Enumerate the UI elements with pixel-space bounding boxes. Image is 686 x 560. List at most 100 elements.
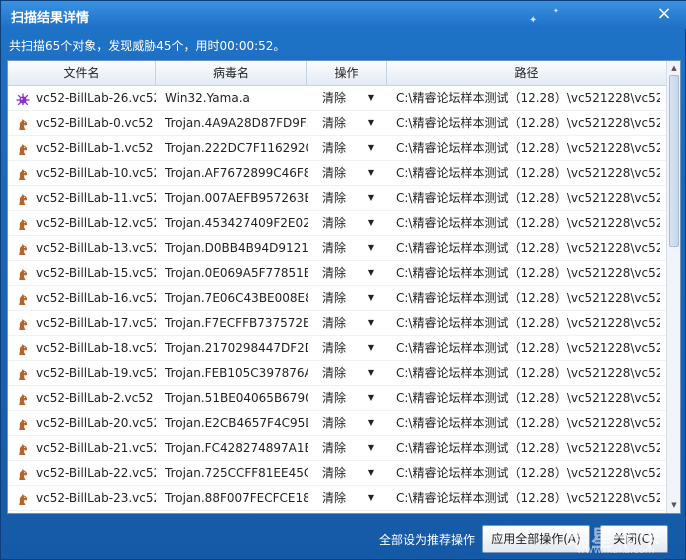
virus-name-cell: Trojan.007AEFB957263B <box>165 191 308 205</box>
table-row[interactable]: vc52-BillLab-21.vc52 Trojan.FC428274897A1… <box>8 436 666 461</box>
filename-cell: vc52-BillLab-19.vc52 <box>36 366 156 380</box>
filename-cell: vc52-BillLab-23.vc52 <box>36 491 156 505</box>
table-row[interactable]: vc52-BillLab-20.vc52 Trojan.E2CB4657F4C95… <box>8 411 666 436</box>
scan-summary: 共扫描65个对象，发现威胁45个，用时00:00:52。 <box>9 39 286 53</box>
title-bar[interactable]: 扫描结果详情 ✦ ✦ × <box>1 1 686 29</box>
dropdown-arrow-icon[interactable]: ▼ <box>366 286 376 310</box>
path-cell: C:\精睿论坛样本测试（12.28）\vc521228\vc52... <box>396 291 660 305</box>
dropdown-arrow-icon[interactable]: ▼ <box>366 411 376 435</box>
dropdown-arrow-icon[interactable]: ▼ <box>366 386 376 410</box>
table-row[interactable]: vc52-BillLab-11.vc52 Trojan.007AEFB957263… <box>8 186 666 211</box>
virus-icon <box>16 91 30 105</box>
filename-cell: vc52-BillLab-10.vc52 <box>36 166 156 180</box>
trojan-horse-icon <box>16 341 30 355</box>
filename-cell: vc52-BillLab-1.vc52 <box>36 141 154 155</box>
table-row[interactable]: vc52-BillLab-23.vc52 Trojan.88F007FECFCE1… <box>8 486 666 511</box>
path-cell: C:\精睿论坛样本测试（12.28）\vc521228\vc52... <box>396 316 660 330</box>
path-cell: C:\精睿论坛样本测试（12.28）\vc521228\vc52... <box>396 116 660 130</box>
window-title: 扫描结果详情 <box>11 11 90 26</box>
table-row[interactable]: vc52-BillLab-0.vc52 Trojan.4A9A28D87FD9F3… <box>8 111 666 136</box>
trojan-horse-icon <box>16 241 30 255</box>
column-header-path[interactable]: 路径 <box>387 61 666 85</box>
scan-results-window: 扫描结果详情 ✦ ✦ × 共扫描65个对象，发现威胁45个，用时00:00:52… <box>0 0 686 560</box>
column-header-virus[interactable]: 病毒名 <box>156 61 307 85</box>
trojan-horse-icon <box>16 166 30 180</box>
trojan-horse-icon <box>16 416 30 430</box>
virus-name-cell: Trojan.D0BB4B94D9121F <box>165 241 308 255</box>
virus-name-cell: Trojan.222DC7F1162920 <box>165 141 308 155</box>
table-row[interactable]: vc52-BillLab-18.vc52 Trojan.2170298447DF2… <box>8 336 666 361</box>
dropdown-arrow-icon[interactable]: ▼ <box>366 86 376 110</box>
sparkle-decoration: ✦ <box>529 15 538 26</box>
path-cell: C:\精睿论坛样本测试（12.28）\vc521228\vc52... <box>396 416 660 430</box>
filename-cell: vc52-BillLab-15.vc52 <box>36 266 156 280</box>
table-row[interactable]: vc52-BillLab-16.vc52 Trojan.7E06C43BE008E… <box>8 286 666 311</box>
path-cell: C:\精睿论坛样本测试（12.28）\vc521228\vc52... <box>396 91 660 105</box>
dropdown-arrow-icon[interactable]: ▼ <box>366 161 376 185</box>
filename-cell: vc52-BillLab-13.vc52 <box>36 241 156 255</box>
trojan-horse-icon <box>16 491 30 505</box>
column-header-filename[interactable]: 文件名 <box>8 61 156 85</box>
sparkle-decoration: ✦ <box>553 7 559 15</box>
scroll-up-icon[interactable]: ▲ <box>668 62 680 74</box>
dropdown-arrow-icon[interactable]: ▼ <box>366 111 376 135</box>
table-row[interactable]: vc52-BillLab-12.vc52 Trojan.453427409F2E0… <box>8 211 666 236</box>
trojan-horse-icon <box>16 316 30 330</box>
trojan-horse-icon <box>16 141 30 155</box>
path-cell: C:\精睿论坛样本测试（12.28）\vc521228\vc52... <box>396 366 660 380</box>
table-row[interactable]: vc52-BillLab-10.vc52 Trojan.AF7672899C46F… <box>8 161 666 186</box>
close-button[interactable]: 关闭(C) <box>600 525 668 553</box>
vertical-scrollbar[interactable]: ▲ ▼ <box>666 61 680 513</box>
path-cell: C:\精睿论坛样本测试（12.28）\vc521228\vc52... <box>396 391 660 405</box>
dropdown-arrow-icon[interactable]: ▼ <box>366 361 376 385</box>
filename-cell: vc52-BillLab-12.vc52 <box>36 216 156 230</box>
table-row[interactable]: vc52-BillLab-22.vc52 Trojan.725CCFF81EE45… <box>8 461 666 486</box>
dropdown-arrow-icon[interactable]: ▼ <box>366 336 376 360</box>
path-cell: C:\精睿论坛样本测试（12.28）\vc521228\vc52... <box>396 166 660 180</box>
table-row[interactable]: vc52-BillLab-19.vc52 Trojan.FEB105C397876… <box>8 361 666 386</box>
scroll-down-icon[interactable]: ▼ <box>668 499 680 511</box>
filename-cell: vc52-BillLab-11.vc52 <box>36 191 156 205</box>
virus-name-cell: Win32.Yama.a <box>165 91 250 105</box>
dropdown-arrow-icon[interactable]: ▼ <box>366 211 376 235</box>
dropdown-arrow-icon[interactable]: ▼ <box>366 461 376 485</box>
table-row[interactable]: vc52-BillLab-15.vc52 Trojan.0E069A5F77851… <box>8 261 666 286</box>
virus-name-cell: Trojan.FEB105C397876A <box>165 366 308 380</box>
dropdown-arrow-icon[interactable]: ▼ <box>366 136 376 160</box>
table-row[interactable]: vc52-BillLab-13.vc52 Trojan.D0BB4B94D9121… <box>8 236 666 261</box>
path-cell: C:\精睿论坛样本测试（12.28）\vc521228\vc52... <box>396 441 660 455</box>
apply-all-button[interactable]: 应用全部操作(A) <box>482 525 590 553</box>
filename-cell: vc52-BillLab-20.vc52 <box>36 416 156 430</box>
table-row[interactable]: vc52-BillLab-1.vc52 Trojan.222DC7F1162920… <box>8 136 666 161</box>
scroll-thumb[interactable] <box>669 75 679 247</box>
table-body: vc52-BillLab-26.vc52 Win32.Yama.a 清除 ▼ C:\精睿… <box>8 86 666 511</box>
trojan-horse-icon <box>16 391 30 405</box>
dropdown-arrow-icon[interactable]: ▼ <box>366 486 376 510</box>
trojan-horse-icon <box>16 266 30 280</box>
virus-name-cell: Trojan.AF7672899C46F8 <box>165 166 308 180</box>
table-row[interactable]: vc52-BillLab-2.vc52 Trojan.51BE04065B6790… <box>8 386 666 411</box>
column-header-operation[interactable]: 操作 <box>307 61 387 85</box>
results-table: 文件名 病毒名 操作 路径 vc52-BillLab-26.vc52 Win32.… <box>7 60 681 514</box>
table-row[interactable]: vc52-BillLab-26.vc52 Win32.Yama.a 清除 ▼ C:\精睿… <box>8 86 666 111</box>
dropdown-arrow-icon[interactable]: ▼ <box>366 261 376 285</box>
dropdown-arrow-icon[interactable]: ▼ <box>366 436 376 460</box>
close-icon[interactable]: × <box>655 5 673 23</box>
filename-cell: vc52-BillLab-2.vc52 <box>36 391 154 405</box>
virus-name-cell: Trojan.FC428274897A1B <box>165 441 308 455</box>
dropdown-arrow-icon[interactable]: ▼ <box>366 311 376 335</box>
trojan-horse-icon <box>16 441 30 455</box>
filename-cell: vc52-BillLab-21.vc52 <box>36 441 156 455</box>
set-all-recommended-link[interactable]: 全部设为推荐操作 <box>379 531 475 548</box>
filename-cell: vc52-BillLab-22.vc52 <box>36 466 156 480</box>
table-header: 文件名 病毒名 操作 路径 <box>8 61 666 86</box>
path-cell: C:\精睿论坛样本测试（12.28）\vc521228\vc52... <box>396 141 660 155</box>
virus-name-cell: Trojan.0E069A5F77851BF <box>165 266 308 280</box>
dropdown-arrow-icon[interactable]: ▼ <box>366 186 376 210</box>
virus-name-cell: Trojan.51BE04065B6790 <box>165 391 308 405</box>
table-row[interactable]: vc52-BillLab-17.vc52 Trojan.F7ECFFB737572… <box>8 311 666 336</box>
trojan-horse-icon <box>16 216 30 230</box>
dropdown-arrow-icon[interactable]: ▼ <box>366 236 376 260</box>
path-cell: C:\精睿论坛样本测试（12.28）\vc521228\vc52... <box>396 341 660 355</box>
trojan-horse-icon <box>16 191 30 205</box>
